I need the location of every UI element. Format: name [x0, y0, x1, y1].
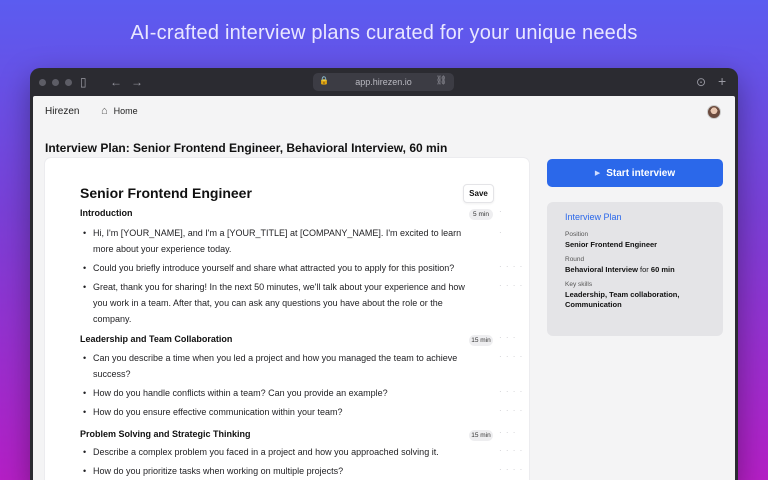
skills-value: Leadership, Team collaboration, Communic… [565, 290, 680, 309]
round-label: Round [565, 256, 585, 263]
play-icon: ▶ [594, 170, 601, 177]
zoom-dot-icon[interactable] [65, 79, 72, 86]
arrow-left-icon[interactable]: ← [110, 74, 122, 90]
app-content: Hirezen ⌂ Home Interview Plan: Senior Fr… [33, 96, 735, 480]
position-value: Senior Frontend Engineer [565, 240, 658, 249]
plan-heading: Senior Frontend Engineer [80, 185, 252, 201]
sidebar-icon[interactable]: ▯ [80, 74, 87, 90]
app-navbar: Hirezen ⌂ Home [33, 96, 735, 128]
browser-titlebar: ▯ ← → 🔒 app.hirezen.io ⛓ ⊙ + [30, 68, 738, 96]
section-title: Problem Solving and Strategic Thinking [80, 429, 251, 439]
arrow-right-icon[interactable]: → [131, 74, 143, 90]
duration-badge: 15 min [469, 335, 493, 346]
url-bar[interactable]: 🔒 app.hirezen.io ⛓ [313, 73, 454, 91]
drag-handle-icon[interactable]: · · · · [499, 465, 523, 474]
drag-handle-icon[interactable]: · · · · [499, 281, 523, 290]
list-item: How do you handle conflicts within a tea… [83, 385, 475, 401]
drag-handle-icon[interactable]: · · · · [499, 352, 523, 361]
skills-label: Key skills [565, 281, 593, 288]
drag-handle-icon[interactable]: · · · · [499, 387, 523, 396]
link-icon[interactable]: ⛓ [436, 75, 447, 86]
summary-title: Interview Plan [565, 212, 622, 222]
drag-handle-icon[interactable]: · · · · [499, 406, 523, 415]
list-item: Describe a complex problem you faced in … [83, 444, 475, 460]
list-item: Great, thank you for sharing! In the nex… [83, 279, 475, 327]
list-item: Could you briefly introduce yourself and… [83, 260, 475, 276]
plan-card: Senior Frontend Engineer Save Introducti… [45, 158, 529, 480]
position-label: Position [565, 231, 589, 238]
nav-home-link[interactable]: ⌂ Home [101, 105, 138, 117]
download-icon[interactable]: ⊙ [696, 74, 706, 90]
duration-badge: 15 min [469, 430, 493, 441]
plus-icon[interactable]: + [718, 73, 726, 89]
lock-icon: 🔒 [319, 76, 329, 85]
list-item: How do you ensure effective communicatio… [83, 404, 475, 420]
drag-handle-icon[interactable]: · · · · [499, 262, 523, 271]
section-title: Introduction [80, 208, 133, 218]
url-text: app.hirezen.io [355, 77, 412, 87]
list-item: How do you prioritize tasks when working… [83, 463, 475, 479]
save-button[interactable]: Save [463, 184, 494, 203]
minimize-dot-icon[interactable] [52, 79, 59, 86]
window-controls[interactable] [39, 79, 72, 86]
drag-handle-icon[interactable]: · [499, 207, 503, 216]
drag-handle-icon[interactable]: · · · [499, 428, 516, 437]
duration-badge: 5 min [469, 209, 493, 220]
headline: AI-crafted interview plans curated for y… [130, 22, 638, 44]
round-value: Behavioral Interview for 60 min [565, 265, 675, 274]
brand-logo[interactable]: Hirezen [45, 106, 79, 117]
start-interview-label: Start interview [606, 167, 676, 179]
nav-home-label: Home [113, 106, 138, 116]
page-title: Interview Plan: Senior Frontend Engineer… [45, 141, 448, 155]
section-title: Leadership and Team Collaboration [80, 334, 233, 344]
close-dot-icon[interactable] [39, 79, 46, 86]
drag-handle-icon[interactable]: · · · [499, 333, 516, 342]
home-icon: ⌂ [101, 105, 108, 117]
browser-window: ▯ ← → 🔒 app.hirezen.io ⛓ ⊙ + Hirezen ⌂ H… [30, 68, 738, 480]
drag-handle-icon[interactable]: · [499, 228, 503, 237]
list-item: Can you describe a time when you led a p… [83, 350, 475, 382]
avatar[interactable] [707, 105, 721, 119]
drag-handle-icon[interactable]: · · · · [499, 446, 523, 455]
interview-summary-card: Interview Plan Position Senior Frontend … [547, 202, 723, 336]
start-interview-button[interactable]: ▶ Start interview [547, 159, 723, 187]
list-item: Hi, I'm [YOUR_NAME], and I'm a [YOUR_TIT… [83, 225, 475, 257]
